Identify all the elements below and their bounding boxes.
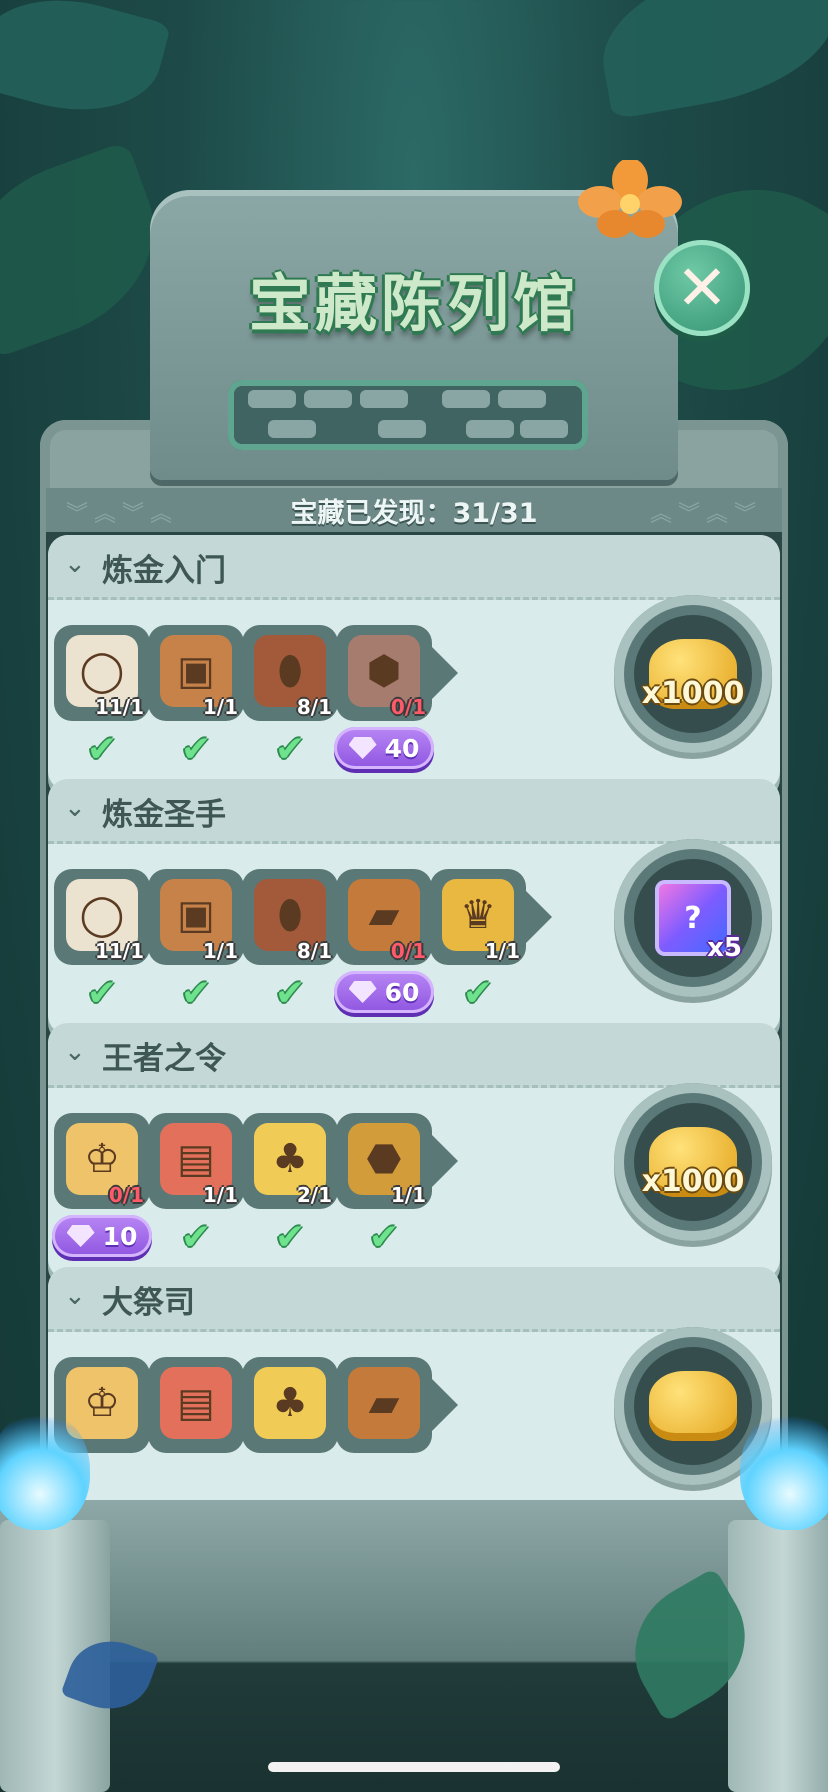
treasure-set-card: ⌄ 炼金入门 ◯ 11/1 ✔ ▣ 1/1 ✔ ⬮ 8/1 ✔ ⬢ 0/1 40 x1000 [48,535,780,791]
close-icon: ✕ [676,251,728,324]
treasure-item-slot[interactable]: ♣ [242,1357,338,1453]
gem-cost: 60 [384,977,420,1007]
gem-cost: 10 [102,1221,138,1251]
gem-purchase-button[interactable]: 40 [334,727,434,769]
gem-icon [66,1225,95,1247]
card-header[interactable]: ⌄ 炼金入门 [48,535,780,600]
card-header[interactable]: ⌄ 炼金圣手 [48,779,780,844]
item-count: 1/1 [202,939,238,963]
checkmark-icon: ✔ [86,728,118,770]
item-count: 0/1 [390,939,426,963]
item-count: 11/1 [94,695,144,719]
checkmark-icon: ✔ [274,1216,306,1258]
reward-slot: ? x5 [634,859,752,977]
chevron-down-icon: ⌄ [64,1037,86,1067]
chevron-down-icon: ⌄ [64,1281,86,1311]
treasure-item-slot[interactable]: ⬢ 0/1 [336,625,458,721]
gem-purchase-button[interactable]: 10 [52,1215,152,1257]
blue-flame-icon [740,1410,828,1530]
treasure-item-slot[interactable]: ⬣ 1/1 [336,1113,458,1209]
chevron-down-icon: ⌄ [64,793,86,823]
leaf-decoration [0,0,172,132]
reward-slot [634,1347,752,1465]
reward-amount: x1000 [641,676,745,711]
treasure-item-slot[interactable]: ▰ 0/1 [336,869,432,965]
treasure-set-list[interactable]: ⌄ 炼金入门 ◯ 11/1 ✔ ▣ 1/1 ✔ ⬮ 8/1 ✔ ⬢ 0/1 40 x1000 ⌄ 炼金圣手 ◯ 11… [48,535,780,1503]
set-title: 大祭司 [102,1285,195,1321]
checkmark-icon: ✔ [180,1216,212,1258]
treasure-set-card: ⌄ 王者之令 ♔ 0/1 10 ▤ 1/1 ✔ ♣ 2/1 ✔ ⬣ 1/1 ✔ x1000 [48,1023,780,1279]
flower-decoration [578,160,682,238]
gem-icon [348,737,377,759]
set-reward[interactable]: ? x5 [614,839,772,997]
home-indicator [268,1762,560,1772]
crown-icon: ♔ [66,1367,138,1439]
gem-purchase-button[interactable]: 60 [334,971,434,1013]
reward-slot: x1000 [634,615,752,733]
treasure-item-slot[interactable]: ◯ 11/1 [54,625,150,721]
mouse-scepter-icon: ♣ [254,1367,326,1439]
close-button[interactable]: ✕ [654,240,750,336]
checkmark-icon: ✔ [368,1216,400,1258]
item-count: 1/1 [202,695,238,719]
checkmark-icon: ✔ [180,728,212,770]
item-count: 0/1 [390,695,426,719]
treasure-item-slot[interactable]: ▣ 1/1 [148,625,244,721]
card-header[interactable]: ⌄ 大祭司 [48,1267,780,1332]
checkmark-icon: ✔ [274,728,306,770]
display-slot-panel [228,380,588,450]
item-count: 1/1 [484,939,520,963]
treasure-item-slot[interactable]: ▤ [148,1357,244,1453]
treasure-set-card: ⌄ 大祭司 ♔ ▤ ♣ ▰ [48,1267,780,1503]
set-title: 王者之令 [102,1041,226,1077]
treasure-item-slot[interactable]: ◯ 11/1 [54,869,150,965]
treasure-item-slot[interactable]: ▰ [336,1357,458,1453]
progress-bar: ︾︽︾︽ 宝藏已发现：31/31 ︽︾︽︾ [46,488,782,532]
treasure-item-slot[interactable]: ▣ 1/1 [148,869,244,965]
checkmark-icon: ✔ [274,972,306,1014]
set-title: 炼金圣手 [102,797,226,833]
item-count: 8/1 [296,939,332,963]
checkmark-icon: ✔ [86,972,118,1014]
chevron-pattern: ︽︾︽︾ [649,502,762,527]
reward-amount: x5 [707,933,742,963]
royal-scroll-icon: ▤ [160,1367,232,1439]
reward-amount: x1000 [641,1164,745,1199]
gold-coins-icon [649,1371,737,1441]
checkmark-icon: ✔ [462,972,494,1014]
treasure-item-slot[interactable]: ♔ 0/1 [54,1113,150,1209]
item-count: 11/1 [94,939,144,963]
checkmark-icon: ✔ [180,972,212,1014]
treasure-set-card: ⌄ 炼金圣手 ◯ 11/1 ✔ ▣ 1/1 ✔ ⬮ 8/1 ✔ ▰ 0/1 60 ♛ 1/1 ✔ ? x5 [48,779,780,1035]
item-count: 1/1 [390,1183,426,1207]
set-reward[interactable]: x1000 [614,1083,772,1241]
card-header[interactable]: ⌄ 王者之令 [48,1023,780,1088]
progress-label: 宝藏已发现：31/31 [290,497,538,529]
chevron-pattern: ︾︽︾︽ [66,502,179,527]
treasure-item-slot[interactable]: ▤ 1/1 [148,1113,244,1209]
spell-book-icon: ▰ [348,1367,420,1439]
item-count: 0/1 [108,1183,144,1207]
reward-slot: x1000 [634,1103,752,1221]
page-title: 宝藏陈列馆 [248,267,579,340]
treasure-item-slot[interactable]: ⬮ 8/1 [242,625,338,721]
blue-flame-icon [0,1410,90,1530]
chevron-down-icon: ⌄ [64,549,86,579]
leaf-decoration [590,0,828,120]
item-count: 1/1 [202,1183,238,1207]
title-banner: 宝藏陈列馆 [205,255,623,341]
treasure-item-slot[interactable]: ⬮ 8/1 [242,869,338,965]
item-count: 2/1 [296,1183,332,1207]
treasure-item-slot[interactable]: ♣ 2/1 [242,1113,338,1209]
treasure-item-slot[interactable]: ♛ 1/1 [430,869,552,965]
item-count: 8/1 [296,695,332,719]
set-title: 炼金入门 [102,553,226,589]
gem-icon [348,981,377,1003]
right-pillar [728,1520,828,1792]
gem-cost: 40 [384,733,420,763]
set-reward[interactable]: x1000 [614,595,772,753]
